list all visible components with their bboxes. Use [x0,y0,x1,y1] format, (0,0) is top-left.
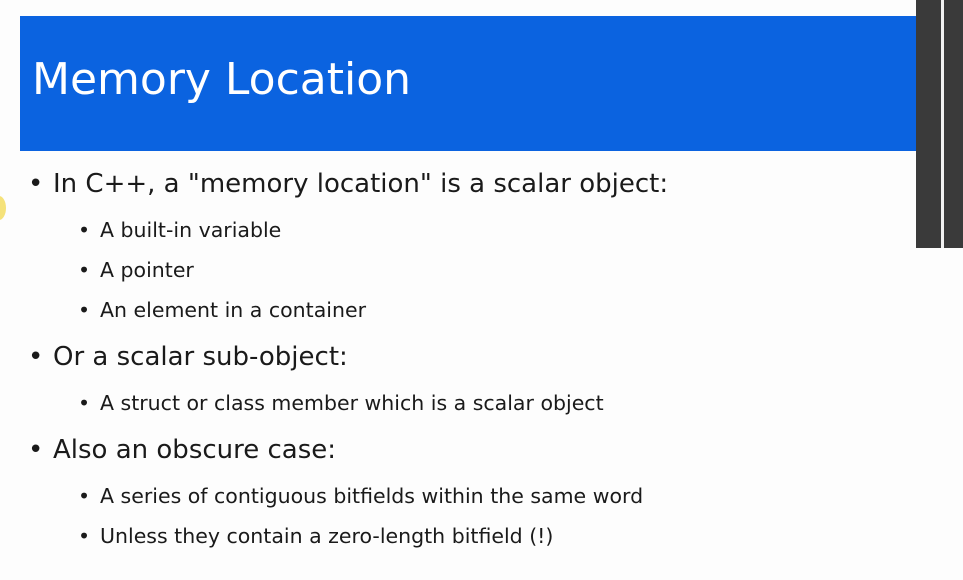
side-panel-divider [941,0,944,248]
sub-bullet-item: • A struct or class member which is a sca… [78,391,604,415]
sub-bullet-item: • A series of contiguous bitfields within… [78,484,643,508]
pointer-highlight [0,196,6,220]
bullet-icon: • [78,298,91,322]
bullet-icon: • [28,342,44,372]
bullet-item: • In C++, a "memory location" is a scalar… [28,169,668,199]
bullet-text: Unless they contain a zero-length bitfie… [100,524,554,548]
bullet-text: A built-in variable [100,218,282,242]
bullet-text: An element in a container [100,298,366,322]
bullet-icon: • [78,218,91,242]
bullet-icon: • [78,391,91,415]
bullet-text: A series of contiguous bitfields within … [100,484,644,508]
bullet-text: A pointer [100,258,194,282]
bullet-item: • Also an obscure case: [28,435,336,465]
bullet-icon: • [78,258,91,282]
bullet-icon: • [28,169,44,199]
bullet-text: In C++, a "memory location" is a scalar … [53,169,669,199]
side-panel [916,0,963,248]
sub-bullet-item: • Unless they contain a zero-length bitfi… [78,524,553,548]
slide-title: Memory Location [32,54,412,105]
bullet-icon: • [78,484,91,508]
title-bar: Memory Location [20,16,916,151]
sub-bullet-item: • An element in a container [78,298,366,322]
bullet-icon: • [78,524,91,548]
bullet-text: Also an obscure case: [53,435,337,465]
sub-bullet-item: • A pointer [78,258,194,282]
bullet-text: A struct or class member which is a scal… [100,391,604,415]
bullet-text: Or a scalar sub-object: [53,342,348,372]
slide: Memory Location • In C++, a "memory locat… [0,0,963,580]
bullet-item: • Or a scalar sub-object: [28,342,348,372]
bullet-icon: • [28,435,44,465]
sub-bullet-item: • A built-in variable [78,218,281,242]
